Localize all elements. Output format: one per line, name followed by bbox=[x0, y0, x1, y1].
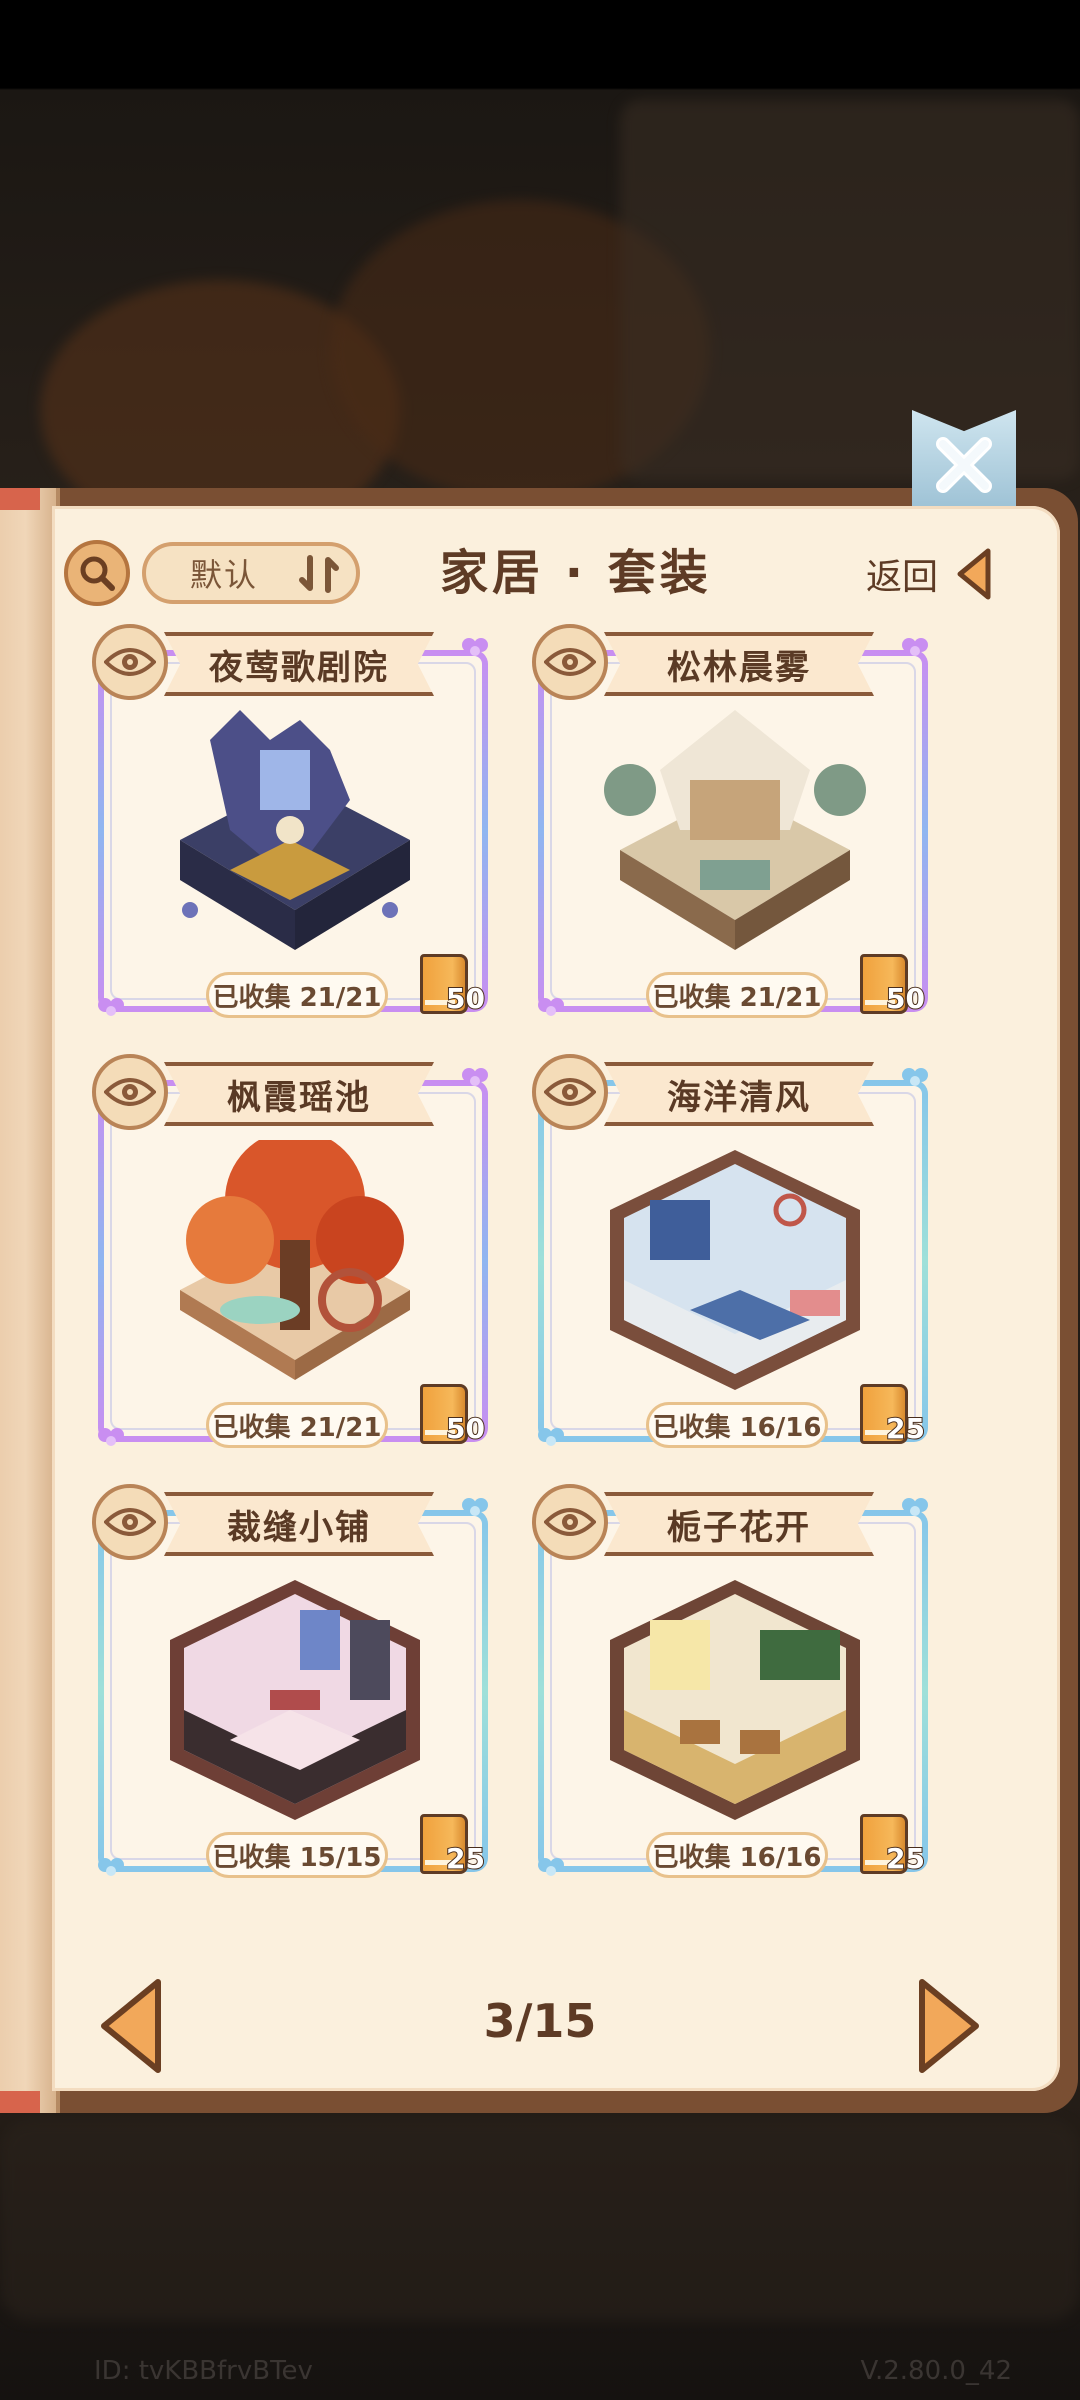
preview-button[interactable] bbox=[92, 1054, 168, 1130]
collection-progress-text: 已收集 16/16 bbox=[652, 1412, 822, 1443]
background-ground bbox=[0, 2120, 1080, 2320]
eye-icon bbox=[104, 1508, 156, 1536]
game-screen: 默认 家居 · 套装 返回 夜莺歌剧院 已收集 21/21 50 松林晨雾 已收… bbox=[0, 0, 1080, 2400]
set-illustration bbox=[180, 710, 410, 950]
bow-decoration bbox=[98, 1428, 124, 1446]
set-illustration bbox=[180, 1140, 410, 1380]
reward-count: 50 bbox=[445, 981, 486, 1016]
set-illustration bbox=[604, 710, 866, 950]
set-card-4[interactable]: 海洋清风 已收集 16/16 25 bbox=[530, 1054, 934, 1460]
page-title: 家居 · 套装 bbox=[440, 545, 712, 601]
eye-icon bbox=[544, 648, 596, 676]
set-card-6[interactable]: 栀子花开 已收集 16/16 25 bbox=[530, 1484, 934, 1890]
sort-icon bbox=[299, 555, 339, 593]
collection-progress-text: 已收集 15/15 bbox=[212, 1842, 382, 1873]
set-name-banner: 裁缝小铺 bbox=[164, 1492, 434, 1556]
set-name: 裁缝小铺 bbox=[227, 1507, 371, 1548]
bow-decoration bbox=[462, 1068, 488, 1086]
bow-decoration bbox=[98, 998, 124, 1016]
set-name: 海洋清风 bbox=[667, 1077, 811, 1118]
prev-page-button[interactable] bbox=[96, 1976, 166, 2076]
reward-badge: 25 bbox=[420, 1814, 486, 1878]
collection-progress: 已收集 21/21 bbox=[206, 972, 388, 1018]
search-icon bbox=[80, 556, 115, 591]
bow-decoration bbox=[462, 1498, 488, 1516]
set-illustration bbox=[170, 1580, 420, 1820]
reward-count: 25 bbox=[445, 1841, 486, 1876]
preview-button[interactable] bbox=[532, 1484, 608, 1560]
bow-decoration bbox=[902, 638, 928, 656]
eye-icon bbox=[544, 1078, 596, 1106]
eye-icon bbox=[104, 1078, 156, 1106]
set-name-banner: 松林晨雾 bbox=[604, 632, 874, 696]
reward-count: 25 bbox=[885, 1411, 926, 1446]
back-button[interactable]: 返回 bbox=[866, 544, 1006, 604]
sort-label: 默认 bbox=[190, 556, 259, 594]
set-name: 夜莺歌剧院 bbox=[209, 647, 389, 688]
preview-button[interactable] bbox=[92, 624, 168, 700]
next-arrow-icon bbox=[919, 1979, 979, 2073]
bow-decoration bbox=[462, 638, 488, 656]
reward-badge: 50 bbox=[420, 954, 486, 1018]
reward-badge: 50 bbox=[420, 1384, 486, 1448]
close-icon bbox=[936, 437, 992, 493]
reward-badge: 25 bbox=[860, 1814, 926, 1878]
preview-button[interactable] bbox=[92, 1484, 168, 1560]
version-label: V.2.80.0_42 bbox=[860, 2356, 1012, 2386]
set-illustration bbox=[610, 1150, 860, 1390]
preview-button[interactable] bbox=[532, 624, 608, 700]
reward-count: 50 bbox=[445, 1411, 486, 1446]
next-page-button[interactable] bbox=[914, 1976, 984, 2076]
collection-progress-text: 已收集 21/21 bbox=[212, 982, 382, 1013]
set-name-banner: 枫霞瑶池 bbox=[164, 1062, 434, 1126]
reward-badge: 25 bbox=[860, 1384, 926, 1448]
collection-progress: 已收集 16/16 bbox=[646, 1402, 828, 1448]
reward-badge: 50 bbox=[860, 954, 926, 1018]
prev-arrow-icon bbox=[101, 1979, 161, 2073]
player-id: ID: tvKBBfrvBTev bbox=[94, 2356, 313, 2386]
sort-dropdown[interactable]: 默认 bbox=[142, 542, 360, 604]
page-indicator: 3/15 bbox=[483, 1994, 597, 2048]
book-spine bbox=[0, 488, 60, 2113]
eye-icon bbox=[104, 648, 156, 676]
eye-icon bbox=[544, 1508, 596, 1536]
bow-decoration bbox=[98, 1858, 124, 1876]
set-name: 栀子花开 bbox=[667, 1507, 811, 1548]
set-name-banner: 夜莺歌剧院 bbox=[164, 632, 434, 696]
collection-progress-text: 已收集 21/21 bbox=[212, 1412, 382, 1443]
set-name-banner: 栀子花开 bbox=[604, 1492, 874, 1556]
set-card-5[interactable]: 裁缝小铺 已收集 15/15 25 bbox=[90, 1484, 494, 1890]
collection-progress: 已收集 21/21 bbox=[206, 1402, 388, 1448]
collection-progress-text: 已收集 21/21 bbox=[652, 982, 822, 1013]
reward-count: 50 bbox=[885, 981, 926, 1016]
back-arrow-icon bbox=[957, 548, 991, 600]
book-bookmark bbox=[0, 488, 40, 510]
set-card-2[interactable]: 松林晨雾 已收集 21/21 50 bbox=[530, 624, 934, 1030]
bow-decoration bbox=[538, 1858, 564, 1876]
bow-decoration bbox=[902, 1068, 928, 1086]
collection-progress: 已收集 21/21 bbox=[646, 972, 828, 1018]
collection-progress-text: 已收集 16/16 bbox=[652, 1842, 822, 1873]
reward-count: 25 bbox=[885, 1841, 926, 1876]
set-card-1[interactable]: 夜莺歌剧院 已收集 21/21 50 bbox=[90, 624, 494, 1030]
search-button[interactable] bbox=[64, 540, 130, 606]
back-label: 返回 bbox=[866, 557, 939, 598]
bow-decoration bbox=[902, 1498, 928, 1516]
set-name: 枫霞瑶池 bbox=[227, 1077, 371, 1118]
bow-decoration bbox=[538, 1428, 564, 1446]
set-card-3[interactable]: 枫霞瑶池 已收集 21/21 50 bbox=[90, 1054, 494, 1460]
bow-decoration bbox=[538, 998, 564, 1016]
collection-progress: 已收集 15/15 bbox=[206, 1832, 388, 1878]
preview-button[interactable] bbox=[532, 1054, 608, 1130]
collection-progress: 已收集 16/16 bbox=[646, 1832, 828, 1878]
set-illustration bbox=[610, 1580, 860, 1820]
set-name-banner: 海洋清风 bbox=[604, 1062, 874, 1126]
set-name: 松林晨雾 bbox=[667, 647, 811, 688]
book-bookmark bbox=[0, 2091, 40, 2113]
